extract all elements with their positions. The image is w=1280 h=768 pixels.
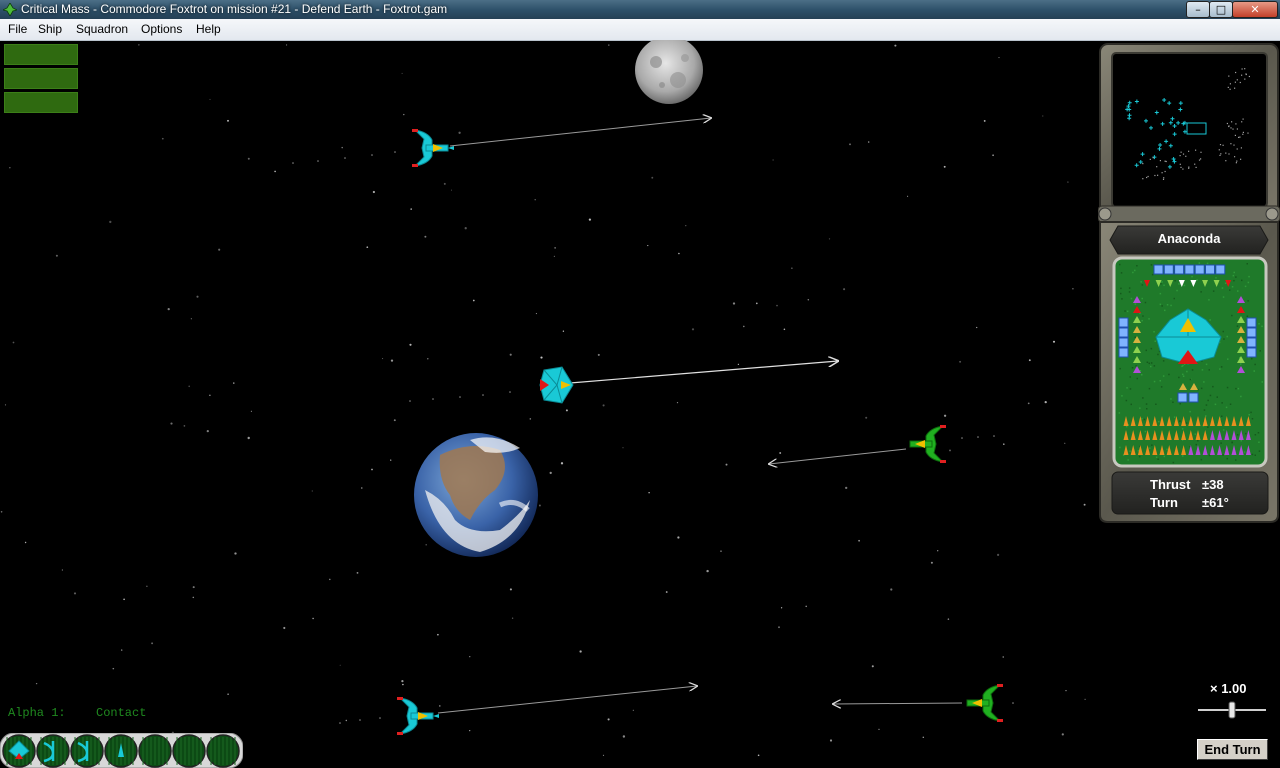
squadron-button-2[interactable] <box>4 68 78 89</box>
squadron-button-3[interactable] <box>4 92 78 113</box>
friendly-flagship[interactable] <box>539 366 574 404</box>
hull-icon[interactable] <box>2 734 36 768</box>
space-map[interactable] <box>0 40 1280 768</box>
window-title: Critical Mass - Commodore Foxtrot on mis… <box>21 2 448 16</box>
ship-name-label: Anaconda <box>1157 231 1221 246</box>
enemy-cruiser-ship[interactable] <box>909 425 946 463</box>
thrust-label: Thrust <box>1150 477 1191 492</box>
title-bar: Critical Mass - Commodore Foxtrot on mis… <box>0 0 1280 19</box>
moon[interactable] <box>635 40 703 104</box>
zoom-slider[interactable] <box>1196 699 1268 721</box>
empty-slot-icon[interactable] <box>138 734 172 768</box>
friendly-cruiser-ship[interactable] <box>397 697 439 735</box>
ship-icon[interactable] <box>70 734 104 768</box>
star-field <box>0 44 1086 757</box>
turn-label: Turn <box>1150 495 1178 510</box>
zoom-label: × 1.00 <box>1210 681 1247 696</box>
status-message: Contact <box>96 706 147 720</box>
menu-help[interactable]: Help <box>196 22 221 36</box>
squadron-tray <box>0 733 243 768</box>
enemy-cruiser-ship[interactable] <box>966 684 1003 722</box>
empty-slot-icon[interactable] <box>172 734 206 768</box>
menu-ship[interactable]: Ship <box>38 22 62 36</box>
ship-status-panel <box>1098 43 1280 523</box>
status-unit: Alpha 1: <box>8 706 66 720</box>
squadron-button-1[interactable] <box>4 44 78 65</box>
radar-minimap[interactable] <box>1114 55 1265 205</box>
movement-vectors <box>437 118 963 714</box>
end-turn-button[interactable]: End Turn <box>1197 739 1268 760</box>
app-ship-icon <box>3 3 17 16</box>
menu-bar: File Ship Squadron Options Help <box>0 19 1280 41</box>
turn-value: ±61° <box>1202 495 1229 510</box>
minimize-button[interactable]: – <box>1186 1 1210 18</box>
earth-planet[interactable] <box>414 433 538 557</box>
menu-options[interactable]: Options <box>141 22 182 36</box>
thrust-value: ±38 <box>1202 477 1224 492</box>
ship-trails <box>292 151 1014 724</box>
friendly-cruiser-ship[interactable] <box>412 129 454 167</box>
close-button[interactable]: ✕ <box>1232 1 1278 18</box>
empty-slot-icon[interactable] <box>206 734 240 768</box>
menu-squadron[interactable]: Squadron <box>76 22 128 36</box>
menu-file[interactable]: File <box>8 22 27 36</box>
zoom-slider-thumb[interactable] <box>1228 701 1236 719</box>
ship-small-icon[interactable] <box>104 734 138 768</box>
ship-icon[interactable] <box>36 734 70 768</box>
maximize-button[interactable]: □ <box>1209 1 1233 18</box>
